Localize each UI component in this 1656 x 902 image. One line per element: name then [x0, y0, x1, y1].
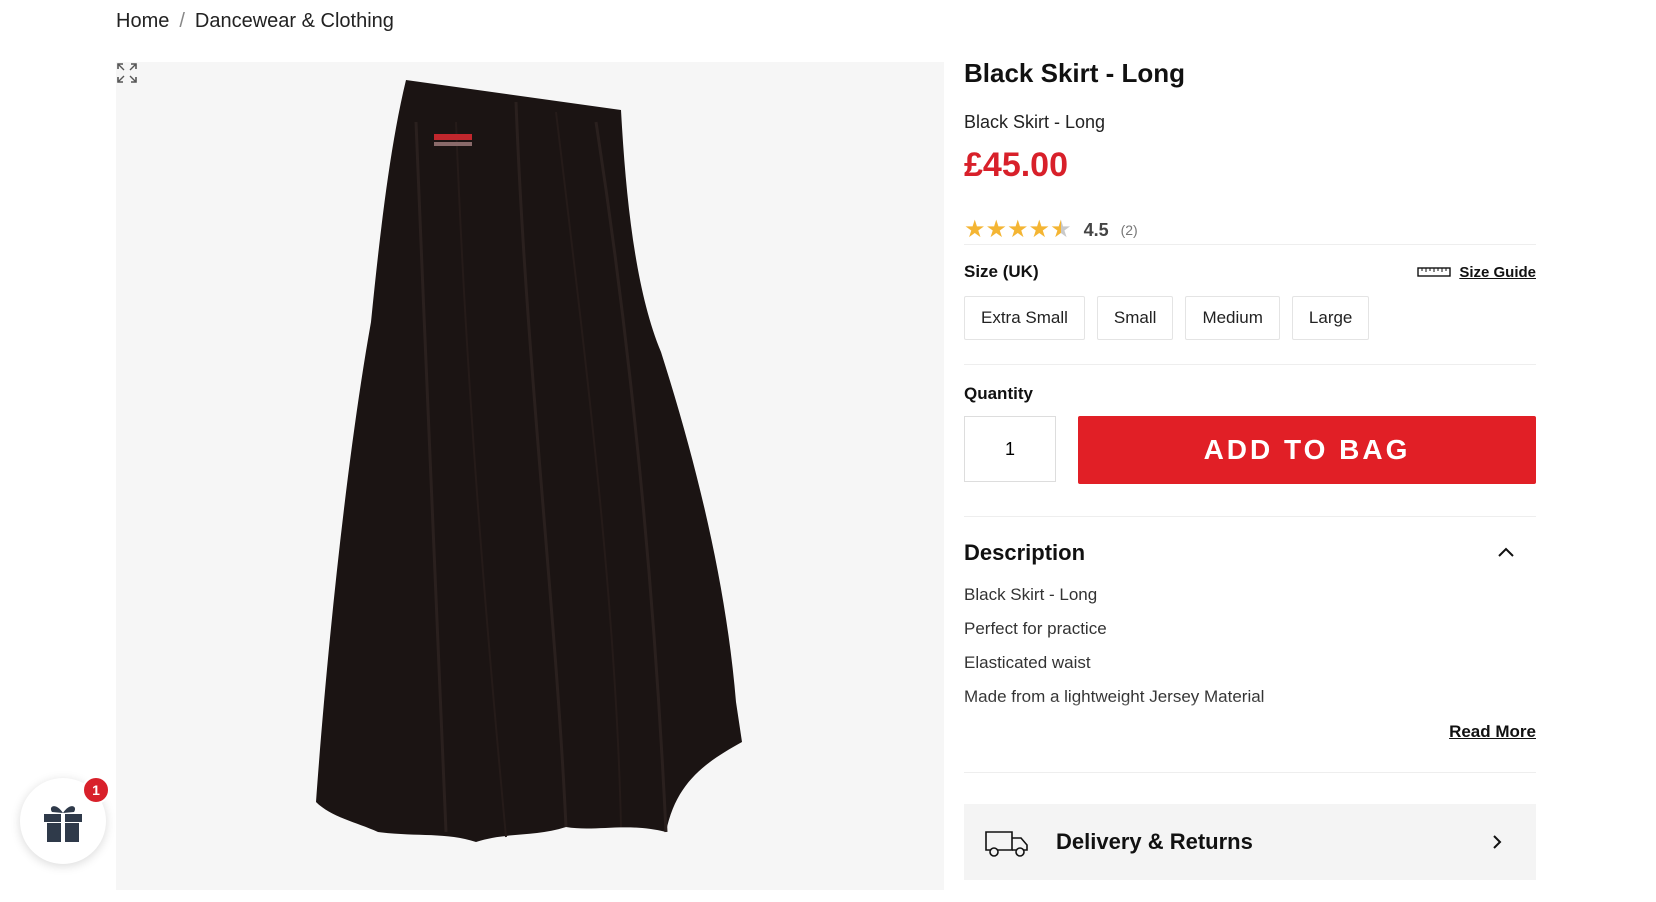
breadcrumb-home-link[interactable]: Home [116, 10, 169, 33]
product-image [316, 80, 742, 842]
size-option-extra-small[interactable]: Extra Small [964, 296, 1085, 340]
size-guide-label: Size Guide [1459, 263, 1536, 281]
description-line: Elasticated waist [964, 653, 1091, 672]
description-line: Black Skirt - Long [964, 585, 1098, 604]
ruler-icon [1417, 267, 1452, 277]
size-option-small[interactable]: Small [1096, 296, 1174, 340]
star-icon: ★ [1050, 216, 1072, 243]
size-guide-link[interactable]: Size Guide [1417, 264, 1536, 281]
breadcrumb: Home / Dancewear & Clothing [116, 10, 394, 33]
expand-icon[interactable] [116, 62, 138, 84]
description-title: Description [964, 540, 1086, 565]
description-line: Perfect for practice [964, 619, 1107, 638]
size-option-medium[interactable]: Medium [1185, 296, 1280, 340]
size-options: Extra Small Small Medium Large [964, 296, 1370, 340]
add-to-bag-button[interactable]: ADD TO BAG [1078, 416, 1536, 484]
star-icon: ★ [1028, 216, 1051, 243]
size-label: Size (UK) [964, 262, 1039, 281]
rating-stars: ★ ★ ★ ★ ★ [964, 218, 1072, 242]
star-icon: ★ [964, 216, 986, 243]
divider [964, 516, 1536, 517]
product-price: £45.00 [964, 146, 1068, 184]
quantity-label: Quantity [964, 384, 1033, 403]
quantity-input[interactable] [964, 416, 1056, 482]
product-rating[interactable]: ★ ★ ★ ★ ★ 4.5 (2) [964, 218, 1536, 245]
star-icon: ★ [1007, 216, 1029, 243]
description-header[interactable]: Description [964, 540, 1536, 566]
breadcrumb-category-link[interactable]: Dancewear & Clothing [195, 10, 394, 33]
size-option-large[interactable]: Large [1291, 296, 1370, 340]
notification-badge: 1 [82, 776, 110, 804]
product-subtitle: Black Skirt - Long [964, 112, 1106, 132]
truck-icon [985, 831, 1028, 857]
rating-value: 4.5 [1083, 219, 1109, 240]
product-image-gallery[interactable] [116, 62, 944, 890]
divider [964, 364, 1536, 365]
breadcrumb-separator: / [179, 10, 185, 32]
description-body: Black Skirt - Long Perfect for practice … [964, 578, 1264, 714]
read-more-link[interactable]: Read More [1449, 722, 1536, 742]
size-header: Size (UK) Size Guide [964, 262, 1536, 282]
product-title: Black Skirt - Long [964, 58, 1186, 88]
divider [964, 772, 1536, 773]
chevron-up-icon[interactable] [1496, 543, 1516, 563]
delivery-returns-panel[interactable]: Delivery & Returns [964, 804, 1536, 880]
gift-icon [44, 806, 82, 842]
rating-count: (2) [1120, 222, 1138, 238]
star-icon: ★ [985, 216, 1008, 243]
chevron-right-icon [1493, 835, 1502, 849]
delivery-returns-label: Delivery & Returns [1056, 829, 1253, 854]
